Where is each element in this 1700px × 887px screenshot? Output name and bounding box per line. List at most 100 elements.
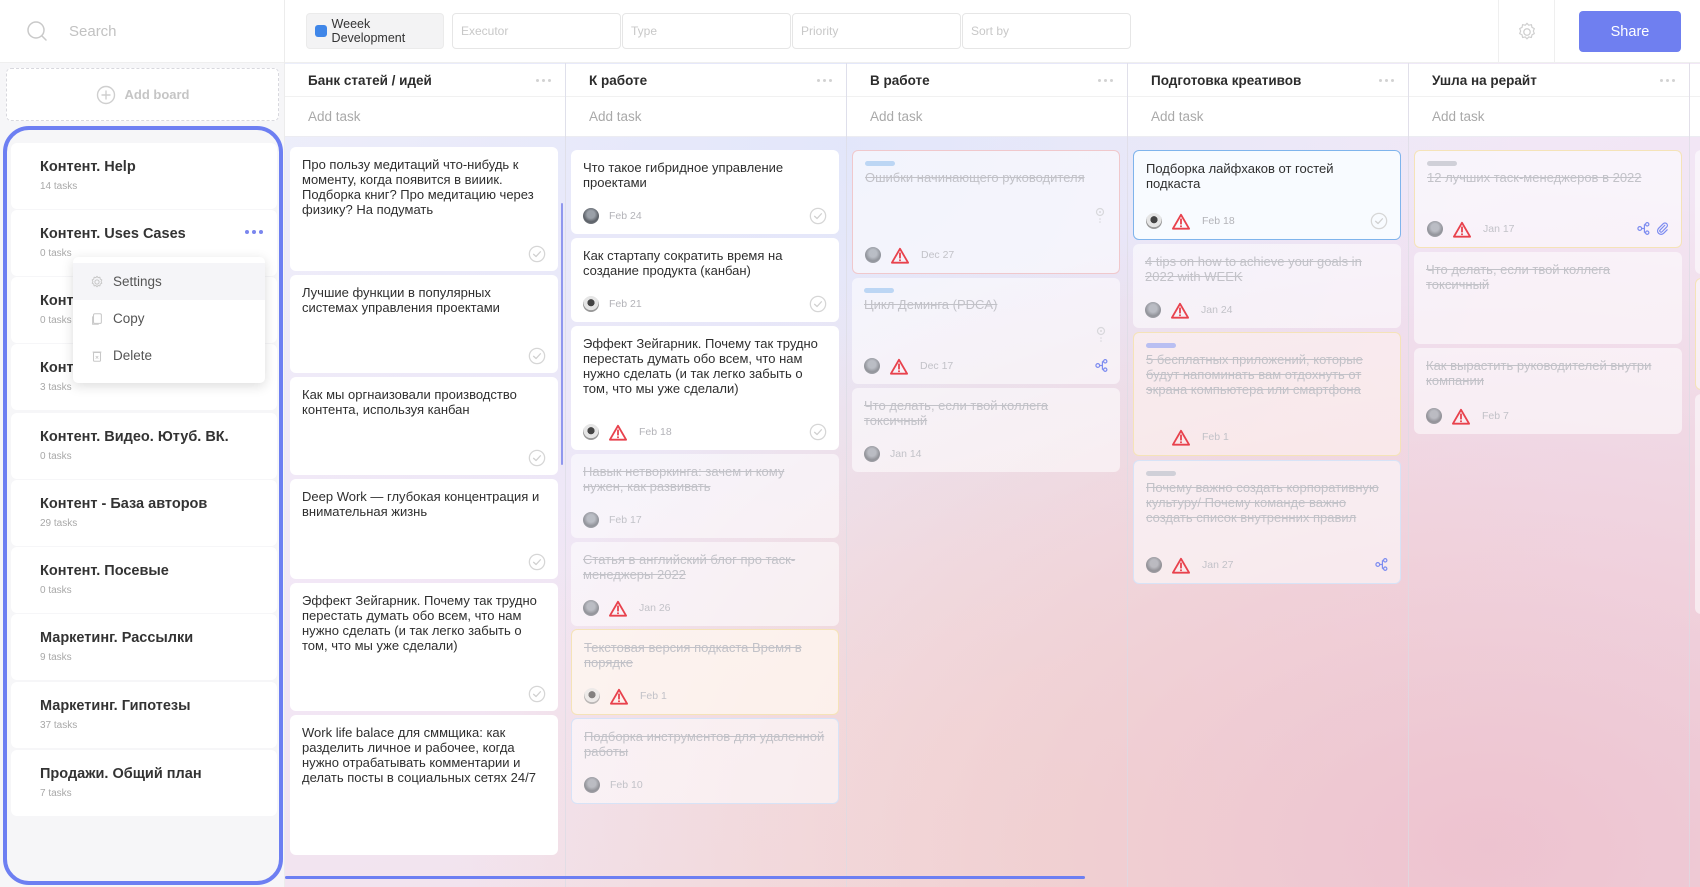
board-item[interactable]: Контент. Посевые 0 tasks <box>11 547 277 613</box>
assignee-avatar[interactable] <box>584 688 600 704</box>
assignee-avatar[interactable] <box>583 296 599 312</box>
task-card[interactable] <box>1695 278 1700 390</box>
menu-item-label: Copy <box>113 311 145 326</box>
add-board-button[interactable]: Add board <box>6 68 279 121</box>
task-card[interactable]: 12 лучших таск-менеджеров в 2022 Jan 17 <box>1414 150 1682 248</box>
task-tag <box>865 161 895 166</box>
settings-button[interactable] <box>1498 0 1555 63</box>
task-card[interactable] <box>1695 150 1700 274</box>
task-card[interactable]: Ошибки начинающего руководителя Dec 27 <box>852 150 1120 274</box>
task-card[interactable]: Лучшие функции в популярных системах упр… <box>290 275 558 373</box>
task-card[interactable]: Эффект Зейгарник. Почему так трудно пере… <box>290 583 558 711</box>
assignee-avatar[interactable] <box>1145 302 1161 318</box>
task-title: 12 лучших таск-менеджеров в 2022 <box>1427 170 1642 185</box>
column-more-icon[interactable] <box>536 78 551 82</box>
add-task-button[interactable]: Add task <box>1409 97 1689 137</box>
board-context-menu: Settings Copy Delete <box>73 257 265 383</box>
trash-icon <box>92 351 102 362</box>
attachment-icon[interactable] <box>1656 222 1669 235</box>
task-card[interactable] <box>1695 394 1700 614</box>
add-task-button[interactable]: Add task <box>566 97 846 137</box>
board-item[interactable]: Контент - База авторов 29 tasks <box>11 480 277 546</box>
executor-filter[interactable]: Executor <box>452 13 621 49</box>
add-task-button[interactable] <box>1690 97 1700 137</box>
board-name: Контент. Uses Cases <box>40 226 186 242</box>
menu-item-copy[interactable]: Copy <box>73 300 265 337</box>
column-more-icon[interactable] <box>1098 78 1113 82</box>
task-card[interactable]: Что делать, если твой коллега токсичный <box>1414 252 1682 344</box>
board-item[interactable]: Контент. Help 14 tasks <box>11 143 277 209</box>
task-card[interactable]: Подборка инструментов для удаленной рабо… <box>571 718 839 804</box>
add-task-button[interactable]: Add task <box>847 97 1127 137</box>
search-input[interactable] <box>69 22 249 40</box>
task-title: Эффект Зейгарник. Почему так трудно пере… <box>302 593 537 653</box>
task-title: 5 бесплатных приложений, которые будут н… <box>1146 352 1363 397</box>
priority-filter[interactable]: Priority <box>792 13 961 49</box>
assignee-avatar[interactable] <box>864 446 880 462</box>
complete-check-icon[interactable] <box>809 295 827 313</box>
share-button[interactable]: Share <box>1579 11 1681 52</box>
task-card[interactable]: Текстовая версия подкаста Время в порядк… <box>571 629 839 715</box>
board-item[interactable]: Маркетинг. Рассылки 9 tasks <box>11 614 277 680</box>
column-more-icon[interactable] <box>1379 78 1394 82</box>
task-card[interactable]: 5 бесплатных приложений, которые будут н… <box>1133 332 1401 456</box>
task-card[interactable]: Подборка лайфхаков от гостей подкаста Fe… <box>1133 150 1401 240</box>
assignee-avatar[interactable] <box>1426 408 1442 424</box>
subtasks-icon[interactable] <box>1095 359 1108 372</box>
assignee-avatar[interactable] <box>1146 557 1162 573</box>
project-selector[interactable]: Weeek Development <box>306 13 444 49</box>
task-card[interactable]: Про пользу медитаций что-нибудь к момент… <box>290 147 558 271</box>
column-scrollbar[interactable] <box>561 203 563 465</box>
column-more-icon[interactable] <box>1660 78 1675 82</box>
assignee-avatar[interactable] <box>583 600 599 616</box>
checklist-icon <box>1094 326 1108 346</box>
sort-by-filter[interactable]: Sort by <box>962 13 1131 49</box>
complete-check-icon[interactable] <box>528 553 546 571</box>
add-task-button[interactable]: Add task <box>285 97 565 137</box>
complete-check-icon[interactable] <box>1370 212 1388 230</box>
column-more-icon[interactable] <box>817 78 832 82</box>
board-item[interactable]: Маркетинг. Гипотезы 37 tasks <box>11 682 277 748</box>
assignee-avatar[interactable] <box>584 777 600 793</box>
complete-check-icon[interactable] <box>528 347 546 365</box>
board-item[interactable]: Контент. Видео. Ютуб. ВК. 0 tasks <box>11 413 277 479</box>
task-title: Лучшие функции в популярных системах упр… <box>302 285 500 315</box>
complete-check-icon[interactable] <box>809 423 827 441</box>
task-card[interactable]: Цикл Деминга (PDCA) Dec 17 <box>852 278 1120 384</box>
assignee-avatar[interactable] <box>1427 221 1443 237</box>
task-card[interactable]: Как вырастить руководителей внутри компа… <box>1414 348 1682 434</box>
task-card[interactable]: Как мы оргнаизовали производство контент… <box>290 377 558 475</box>
type-filter[interactable]: Type <box>622 13 791 49</box>
assignee-avatar[interactable] <box>864 358 880 374</box>
task-card[interactable]: Статья в английский блог про таск-менедж… <box>571 542 839 626</box>
task-card[interactable]: Deep Work — глубокая концентрация и вним… <box>290 479 558 579</box>
complete-check-icon[interactable] <box>809 207 827 225</box>
assignee-avatar[interactable] <box>1146 213 1162 229</box>
assignee-avatar[interactable] <box>583 512 599 528</box>
assignee-avatar[interactable] <box>865 247 881 263</box>
assignee-avatar[interactable] <box>583 424 599 440</box>
add-task-button[interactable]: Add task <box>1128 97 1408 137</box>
task-card[interactable]: Work life balace для сммщика: как раздел… <box>290 715 558 855</box>
task-card[interactable]: 4 tips on how to achieve your goals in 2… <box>1133 244 1401 328</box>
task-title: Почему важно создать корпоративную культ… <box>1146 480 1379 525</box>
task-card[interactable]: Эффект Зейгарник. Почему так трудно пере… <box>571 326 839 450</box>
complete-check-icon[interactable] <box>528 449 546 467</box>
complete-check-icon[interactable] <box>528 245 546 263</box>
board-item[interactable]: Продажи. Общий план 7 tasks <box>11 750 277 816</box>
column-title: Подготовка креативов <box>1151 72 1302 88</box>
board-horizontal-scrollbar[interactable] <box>285 876 1085 879</box>
more-options-icon[interactable] <box>245 230 263 234</box>
task-card[interactable]: Что такое гибридное управление проектами… <box>571 150 839 234</box>
subtasks-icon[interactable] <box>1375 558 1388 571</box>
assignee-avatar[interactable] <box>583 208 599 224</box>
subtasks-icon[interactable] <box>1637 222 1650 235</box>
task-card[interactable]: Что делать, если твой коллега токсичный … <box>852 388 1120 472</box>
menu-item-delete[interactable]: Delete <box>73 337 265 374</box>
task-card[interactable]: Почему важно создать корпоративную культ… <box>1133 460 1401 584</box>
task-card[interactable]: Как стартапу сократить время на создание… <box>571 238 839 322</box>
menu-item-settings[interactable]: Settings <box>73 263 265 300</box>
task-card[interactable]: Навык нетворкинга: зачем и кому нужен, к… <box>571 454 839 538</box>
board-task-count: 0 tasks <box>40 451 72 462</box>
complete-check-icon[interactable] <box>528 685 546 703</box>
